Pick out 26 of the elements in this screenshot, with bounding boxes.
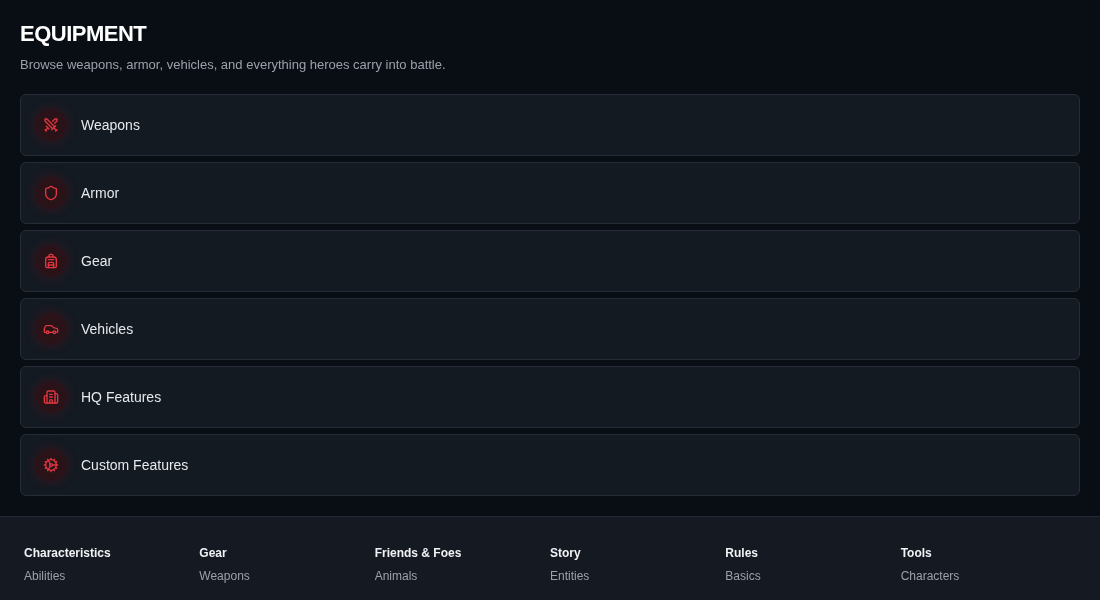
shield-icon bbox=[35, 177, 67, 209]
crossed-swords-icon bbox=[35, 109, 67, 141]
footer-heading: Tools bbox=[900, 546, 932, 561]
footer-heading: Friends & Foes bbox=[374, 546, 462, 561]
footer-heading: Characteristics bbox=[24, 546, 111, 561]
backpack-icon bbox=[35, 245, 67, 277]
footer-link[interactable]: Basics bbox=[725, 569, 761, 584]
category-card[interactable]: Vehicles bbox=[20, 298, 1080, 360]
car-icon bbox=[35, 313, 67, 345]
building-icon bbox=[35, 381, 67, 413]
category-card[interactable]: Gear bbox=[20, 230, 1080, 292]
footer-link[interactable]: Characters bbox=[900, 569, 960, 584]
cog-icon bbox=[35, 449, 67, 481]
category-card[interactable]: Weapons bbox=[20, 94, 1080, 156]
footer-heading: Gear bbox=[199, 546, 227, 561]
category-card[interactable]: HQ Features bbox=[20, 366, 1080, 428]
footer-link[interactable]: Animals bbox=[374, 569, 418, 584]
footer-heading: Story bbox=[550, 546, 581, 561]
category-card[interactable]: Custom Features bbox=[20, 434, 1080, 496]
footer-heading: Rules bbox=[725, 546, 758, 561]
page-title: EQUIPMENT bbox=[20, 22, 147, 46]
footer-link[interactable]: Entities bbox=[550, 569, 590, 584]
category-card[interactable]: Armor bbox=[20, 162, 1080, 224]
footer-link[interactable]: Weapons bbox=[199, 569, 250, 584]
footer-link[interactable]: Abilities bbox=[24, 569, 66, 584]
page-subtitle: Browse weapons, armor, vehicles, and everything heroes carry into battle. bbox=[20, 56, 446, 74]
